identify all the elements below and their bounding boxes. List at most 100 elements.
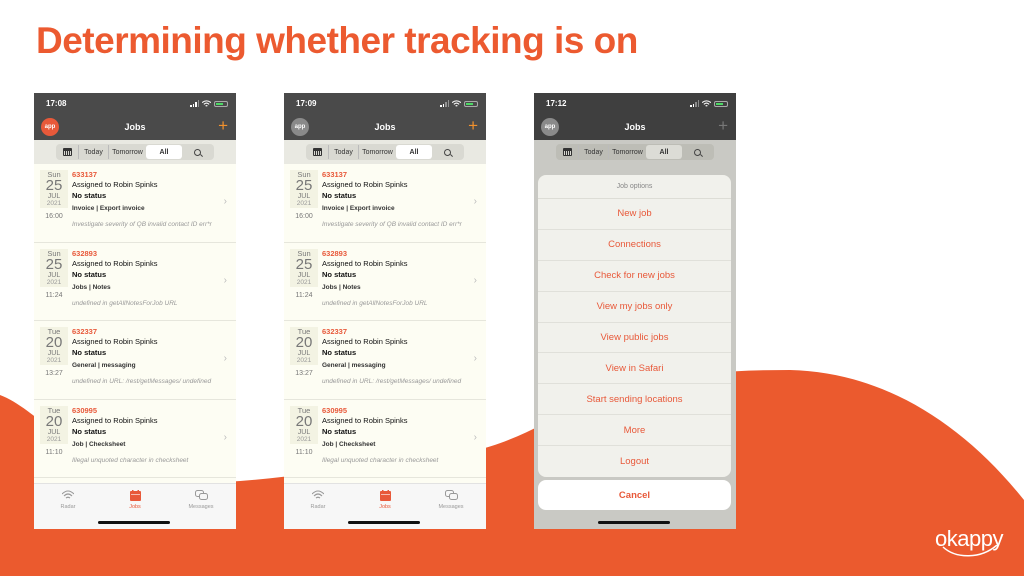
job-list-item[interactable]: Sun 25 JUL 2021 16:00 633137 Assigned to… <box>34 164 236 243</box>
option-view-my-jobs[interactable]: View my jobs only <box>538 292 731 323</box>
radar-icon <box>62 490 74 499</box>
job-id: 633137 <box>322 170 348 179</box>
search-button[interactable] <box>432 145 462 159</box>
job-month: JUL <box>297 350 311 357</box>
job-info: 633137 Assigned to Robin Spinks No statu… <box>318 170 480 242</box>
job-info: 630995 Assigned to Robin Spinks No statu… <box>68 406 230 478</box>
cancel-button[interactable]: Cancel <box>538 480 731 510</box>
tab-jobs[interactable]: Jobs <box>355 489 415 510</box>
job-date: Sun 25 JUL 2021 16:00 <box>290 170 318 242</box>
option-logout[interactable]: Logout <box>538 446 731 477</box>
wifi-icon <box>702 100 711 107</box>
job-time: 13:27 <box>45 370 63 377</box>
filter-today[interactable]: Today <box>578 145 608 159</box>
filter-tomorrow[interactable]: Tomorrow <box>358 145 396 159</box>
chevron-right-icon: › <box>223 353 227 364</box>
battery-icon <box>714 100 728 107</box>
job-list-item[interactable]: Sun 25 JUL 2021 16:00 633137 Assigned to… <box>284 164 486 243</box>
filter-bar: Today Tomorrow All <box>34 140 236 164</box>
option-check-new-jobs[interactable]: Check for new jobs <box>538 261 731 292</box>
job-month: JUL <box>47 428 61 436</box>
date-filter-segment: Today Tomorrow All <box>556 144 714 160</box>
option-view-public-jobs[interactable]: View public jobs <box>538 323 731 354</box>
tab-messages[interactable]: Messages <box>421 489 481 510</box>
search-button[interactable] <box>682 145 712 159</box>
calendar-button[interactable] <box>56 145 78 159</box>
job-month: JUL <box>47 193 61 200</box>
job-list-item[interactable]: Tue 20 JUL 2021 13:27 632337 Assigned to… <box>284 321 486 400</box>
job-note: Illegal unquoted character in checksheet <box>72 456 189 464</box>
job-info: 632893 Assigned to Robin Spinks No statu… <box>68 249 230 321</box>
status-time: 17:12 <box>546 99 567 108</box>
tab-radar[interactable]: Radar <box>288 489 348 510</box>
job-info: 632893 Assigned to Robin Spinks No statu… <box>318 249 480 321</box>
filter-today[interactable]: Today <box>78 145 108 159</box>
job-assignee: Assigned to Robin Spinks <box>72 258 158 268</box>
calendar-icon <box>562 148 572 156</box>
job-id: 632337 <box>72 327 98 336</box>
job-time: 16:00 <box>45 213 63 220</box>
nav-bar: app Jobs + <box>534 114 736 140</box>
filter-all[interactable]: All <box>396 145 432 159</box>
search-icon <box>443 148 451 156</box>
tab-radar[interactable]: Radar <box>38 489 98 510</box>
search-button[interactable] <box>182 145 212 159</box>
calendar-button[interactable] <box>556 145 578 159</box>
job-status: No status <box>72 191 107 200</box>
job-status: No status <box>72 348 107 357</box>
status-time: 17:08 <box>46 99 67 108</box>
job-date: Tue 20 JUL 2021 13:27 <box>290 327 318 399</box>
filter-all[interactable]: All <box>646 145 682 159</box>
slide-title: Determining whether tracking is on <box>36 20 638 61</box>
app-logo-tracking-off[interactable]: app <box>291 118 309 136</box>
chevron-right-icon: › <box>473 353 477 364</box>
add-job-button[interactable]: + <box>468 116 478 136</box>
tab-messages[interactable]: Messages <box>171 489 231 510</box>
option-start-sending-locations[interactable]: Start sending locations <box>538 384 731 416</box>
job-month: JUL <box>297 271 311 279</box>
job-list-item[interactable]: Tue 20 JUL 2021 11:10 630995 Assigned to… <box>34 400 236 478</box>
status-bar: 17:09 <box>284 93 486 114</box>
filter-bar: Today Tomorrow All <box>284 140 486 164</box>
job-status: No status <box>72 269 107 279</box>
messages-icon <box>444 489 458 500</box>
job-assignee: Assigned to Robin Spinks <box>322 415 408 425</box>
job-year: 2021 <box>296 357 312 364</box>
filter-today[interactable]: Today <box>328 145 358 159</box>
battery-icon <box>464 100 478 107</box>
job-day: 25 <box>45 177 63 194</box>
signal-icon <box>190 100 199 107</box>
date-filter-segment: Today Tomorrow All <box>306 144 464 160</box>
calendar-button[interactable] <box>306 145 328 159</box>
phone-screenshot-tracking-on: 17:08 app Jobs + Today Tomorrow All Sun … <box>34 93 236 529</box>
job-id: 630995 <box>72 405 98 415</box>
job-category: Invoice | Export invoice <box>72 205 145 212</box>
nav-bar: app Jobs + <box>284 114 486 140</box>
messages-icon <box>194 489 208 500</box>
job-assignee: Assigned to Robin Spinks <box>322 337 408 346</box>
job-date: Sun 25 JUL 2021 16:00 <box>40 170 68 242</box>
job-note: undefined in getAllNotesForJob URL <box>72 299 178 307</box>
job-list-item[interactable]: Tue 20 JUL 2021 13:27 632337 Assigned to… <box>34 321 236 400</box>
job-time: 11:24 <box>295 291 313 299</box>
chevron-right-icon: › <box>473 274 477 286</box>
app-logo-tracking-on[interactable]: app <box>41 118 59 136</box>
job-time: 11:24 <box>45 291 63 299</box>
app-logo-tracking-off[interactable]: app <box>541 118 559 136</box>
filter-tomorrow[interactable]: Tomorrow <box>608 145 646 159</box>
job-info: 633137 Assigned to Robin Spinks No statu… <box>68 170 230 242</box>
job-list-item[interactable]: Tue 20 JUL 2021 11:10 630995 Assigned to… <box>284 400 486 478</box>
calendar-icon <box>379 489 391 501</box>
add-job-button[interactable]: + <box>718 116 728 136</box>
option-new-job[interactable]: New job <box>538 199 731 230</box>
job-list-item[interactable]: Sun 25 JUL 2021 11:24 632893 Assigned to… <box>34 243 236 321</box>
option-connections[interactable]: Connections <box>538 230 731 261</box>
option-more[interactable]: More <box>538 415 731 447</box>
filter-tomorrow[interactable]: Tomorrow <box>108 145 146 159</box>
add-job-button[interactable]: + <box>218 116 228 136</box>
tab-jobs[interactable]: Jobs <box>105 489 165 510</box>
option-view-in-safari[interactable]: View in Safari <box>538 353 731 385</box>
filter-all[interactable]: All <box>146 145 182 159</box>
job-day: 20 <box>45 412 63 430</box>
job-list-item[interactable]: Sun 25 JUL 2021 11:24 632893 Assigned to… <box>284 243 486 321</box>
